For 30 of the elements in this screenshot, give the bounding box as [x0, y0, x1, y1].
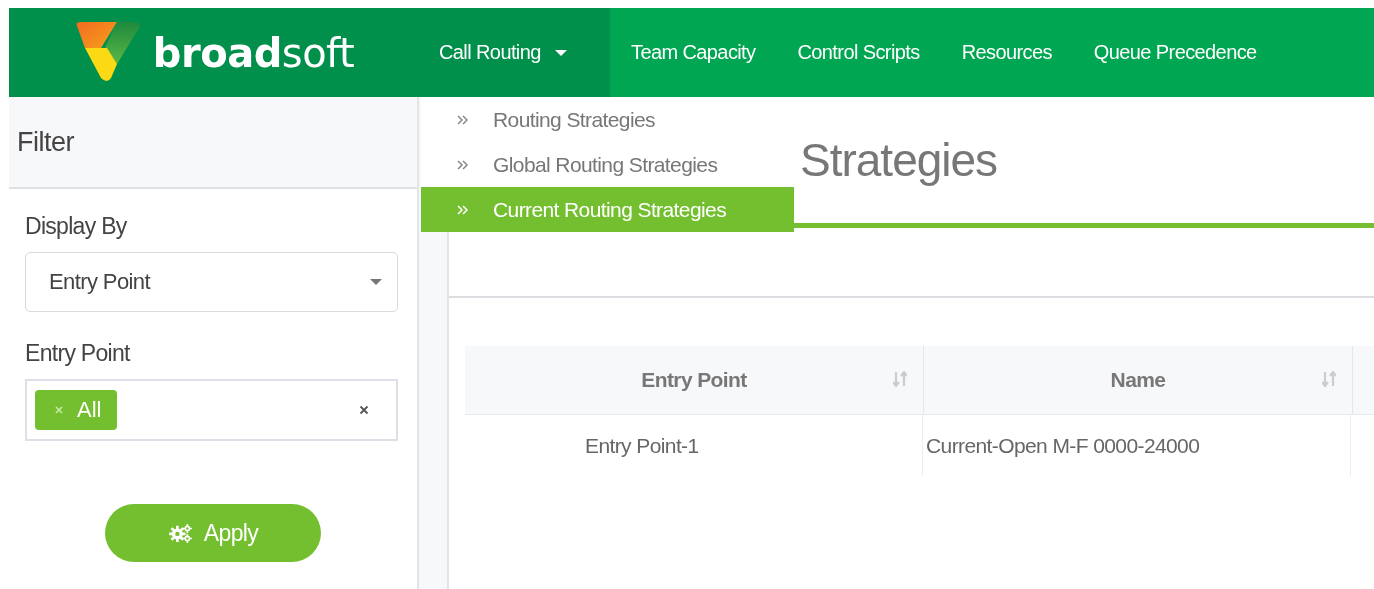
caret-icon — [370, 279, 382, 285]
gears-icon — [167, 523, 194, 543]
filter-title: Filter — [17, 126, 74, 158]
display-by-select[interactable]: Entry Point — [25, 252, 398, 312]
table-cell: Current-Open M-F 0000-24000 — [923, 415, 1351, 476]
field-label: Entry Point — [25, 340, 132, 367]
nav-tab[interactable]: Resources — [940, 8, 1073, 97]
nav-tab[interactable]: Team Capacity — [610, 8, 777, 97]
chevrons-icon — [457, 159, 469, 170]
table-cell: Entry Point-1 — [493, 415, 923, 476]
tag-chip[interactable]: All — [35, 390, 118, 430]
nav-tab[interactable]: Call Routing — [418, 8, 610, 97]
menu-item[interactable]: Current Routing Strategies — [421, 187, 794, 232]
apply-button[interactable]: Apply — [105, 504, 321, 562]
column-header[interactable]: Name — [924, 346, 1353, 414]
clear-icon[interactable] — [359, 405, 369, 415]
chevrons-icon — [457, 204, 469, 215]
nav-tab[interactable]: Control Scripts — [776, 8, 941, 97]
menu-item[interactable]: Global Routing Strategies — [421, 142, 794, 187]
sort-icon[interactable] — [1322, 371, 1336, 387]
entry-point-field[interactable]: All — [25, 379, 398, 441]
menu-item[interactable]: Routing Strategies — [421, 97, 794, 142]
field-label: Display By — [25, 213, 128, 240]
nav-tab[interactable]: Queue Precedence — [1072, 8, 1278, 97]
chevrons-icon — [457, 114, 469, 125]
page-title: Strategies — [800, 133, 998, 187]
brand-name: broadsoft — [152, 29, 355, 76]
remove-icon[interactable] — [55, 406, 63, 414]
column-header[interactable]: Entry Point — [465, 346, 924, 414]
sort-icon[interactable] — [893, 371, 907, 387]
